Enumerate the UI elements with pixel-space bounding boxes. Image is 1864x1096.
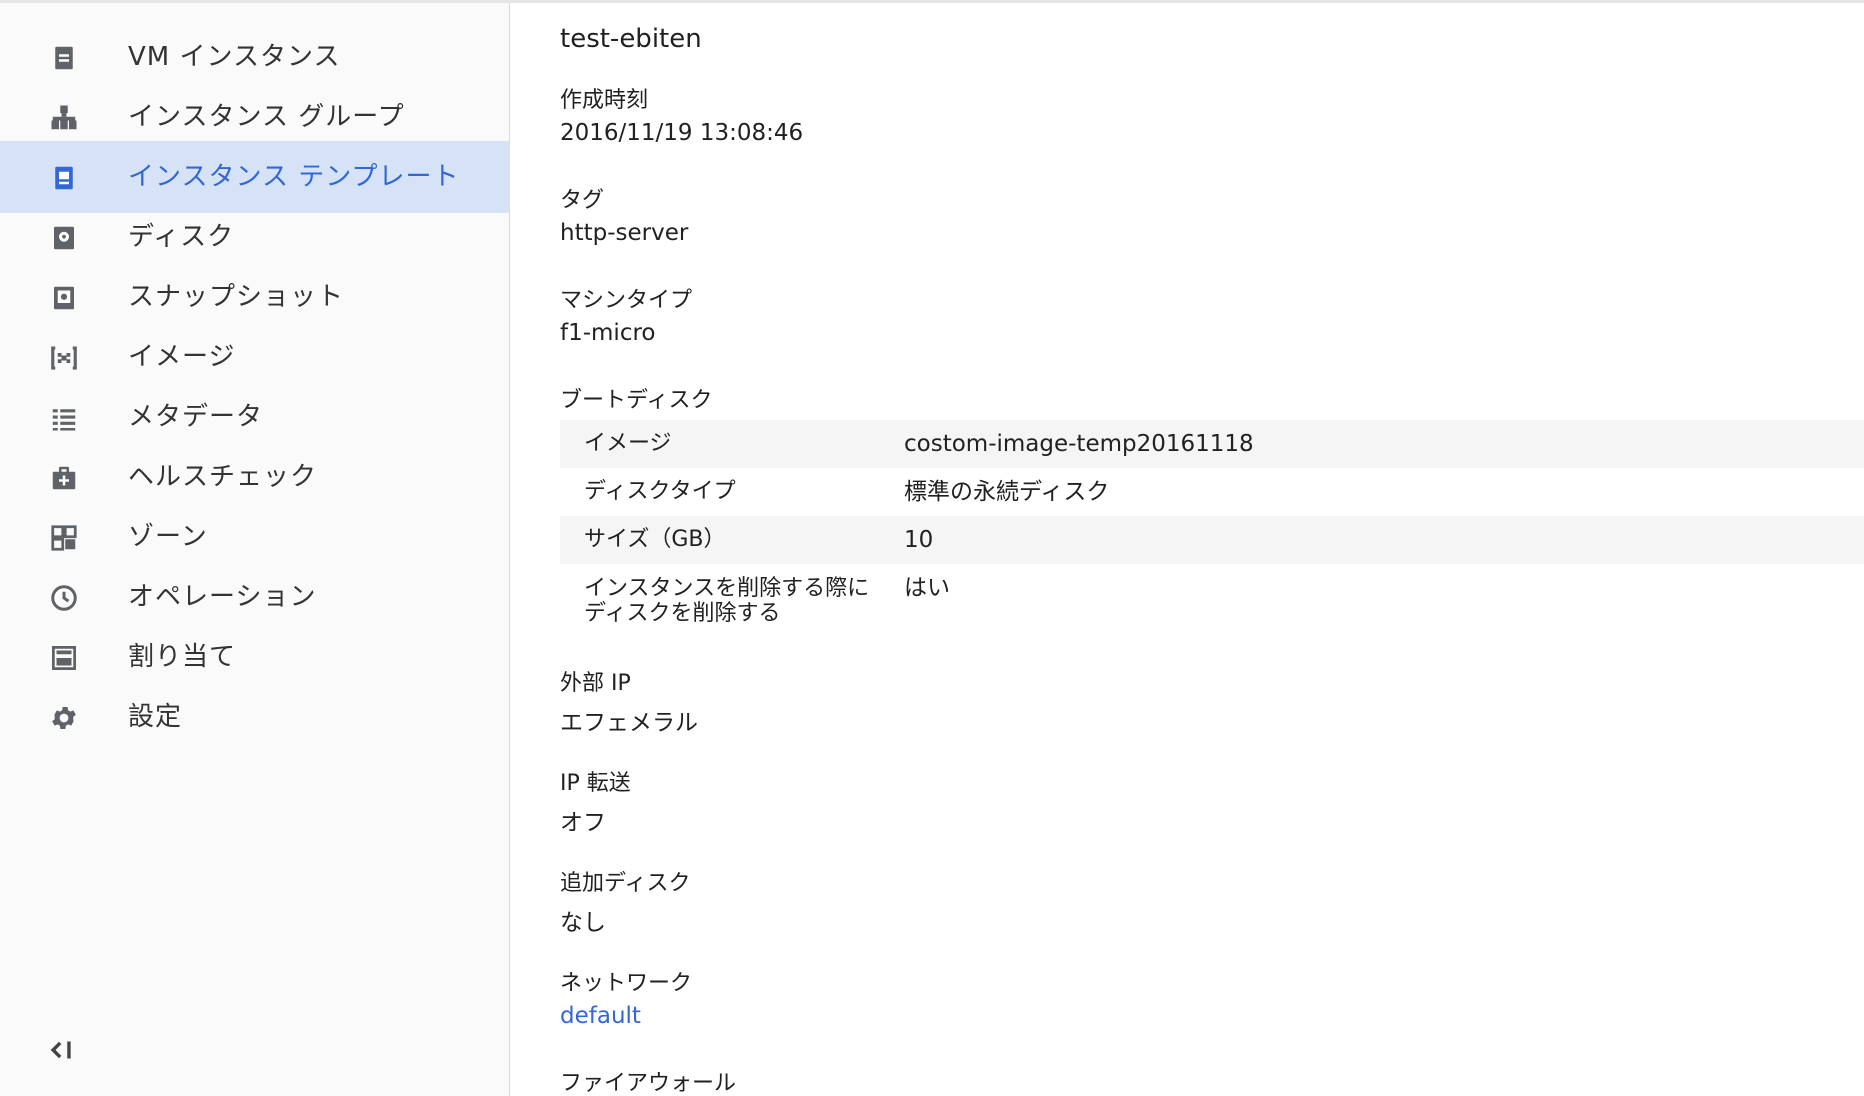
- table-row: インスタンスを削除する際にディスクを削除する はい: [560, 564, 1864, 640]
- instance-template-details: test-ebiten 作成時刻 2016/11/19 13:08:46 タグ …: [560, 0, 1864, 1096]
- boot-disk-image-link[interactable]: costom-image-temp20161118: [904, 420, 1254, 468]
- external-ip-value: エフェメラル: [560, 710, 698, 736]
- image-icon: [49, 343, 79, 373]
- boot-disk-label: ブートディスク: [560, 388, 713, 413]
- sidebar-item-settings[interactable]: 設定: [0, 681, 510, 753]
- collapse-sidebar-icon[interactable]: [46, 1033, 80, 1067]
- created-value: 2016/11/19 13:08:46: [560, 120, 804, 146]
- machine-type-label: マシンタイプ: [560, 288, 693, 313]
- table-row: イメージ costom-image-temp20161118: [560, 420, 1864, 468]
- tags-label: タグ: [560, 188, 605, 213]
- instance-template-icon: [49, 163, 79, 193]
- boot-disk-table: イメージ costom-image-temp20161118 ディスクタイプ 標…: [560, 420, 1864, 640]
- network-label: ネットワーク: [560, 971, 693, 996]
- additional-disks-label: 追加ディスク: [560, 871, 691, 896]
- table-row: サイズ（GB） 10: [560, 516, 1864, 564]
- firewall-label: ファイアウォール: [560, 1071, 737, 1096]
- boot-disk-image-key: イメージ: [584, 431, 672, 456]
- boot-disk-auto-delete-value: はい: [904, 575, 950, 601]
- instance-group-icon: [49, 103, 79, 133]
- tags-value: http-server: [560, 220, 689, 246]
- machine-type-value: f1-micro: [560, 320, 656, 346]
- additional-disks-value: なし: [560, 910, 606, 936]
- sidebar-item-label: 設定: [128, 702, 183, 732]
- disk-icon: [49, 223, 79, 253]
- snapshot-icon: [49, 283, 79, 313]
- boot-disk-size-value: 10: [904, 527, 934, 553]
- quota-icon: [49, 643, 79, 673]
- ip-forwarding-value: オフ: [560, 810, 606, 836]
- metadata-icon: [49, 403, 79, 433]
- page-title: test-ebiten: [560, 24, 702, 54]
- created-label: 作成時刻: [560, 88, 649, 113]
- network-link[interactable]: default: [560, 1003, 641, 1029]
- external-ip-label: 外部 IP: [560, 671, 631, 696]
- zone-icon: [49, 523, 79, 553]
- ip-forwarding-label: IP 転送: [560, 771, 631, 796]
- vm-instance-icon: [49, 43, 79, 73]
- boot-disk-type-value: 標準の永続ディスク: [904, 479, 1110, 505]
- clock-icon: [49, 583, 79, 613]
- gear-icon: [49, 703, 79, 733]
- boot-disk-size-key: サイズ（GB）: [584, 527, 726, 552]
- boot-disk-type-key: ディスクタイプ: [584, 479, 736, 504]
- table-row: ディスクタイプ 標準の永続ディスク: [560, 468, 1864, 516]
- boot-disk-auto-delete-key: インスタンスを削除する際にディスクを削除する: [584, 576, 870, 626]
- sidebar: VM インスタンス インスタンス グループ インスタンス テンプレート ディスク…: [0, 3, 510, 1096]
- health-check-icon: [49, 463, 79, 493]
